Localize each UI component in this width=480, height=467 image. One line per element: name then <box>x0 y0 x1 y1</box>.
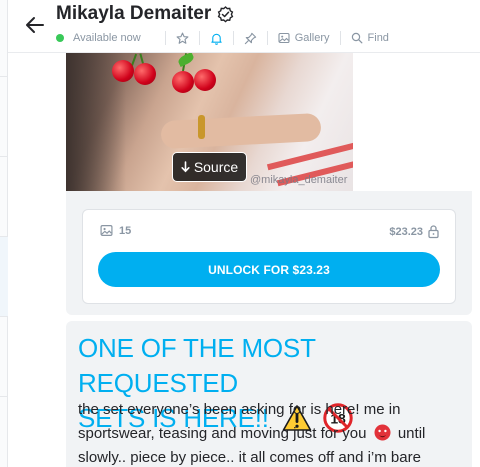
notifications-button[interactable] <box>210 32 223 45</box>
cherry <box>134 63 156 85</box>
cherry-leaf <box>176 53 196 67</box>
image-icon <box>278 32 290 44</box>
title-row: Mikayla Demaiter <box>56 3 234 25</box>
source-button[interactable]: Source <box>172 152 247 182</box>
gallery-label: Gallery <box>294 32 330 44</box>
status-text: Available now <box>73 32 141 44</box>
media-count: 15 <box>100 224 131 237</box>
body-text-part-1: the set everyone’s been asking for is he… <box>78 401 401 442</box>
media-count-value: 15 <box>119 224 132 237</box>
source-label: Source <box>193 159 239 175</box>
rail-segment <box>0 317 8 397</box>
favorite-button[interactable] <box>176 32 189 45</box>
image-arm <box>160 112 322 150</box>
image-bracelet <box>198 115 205 139</box>
header-toolbar: Available now Gallery Find <box>56 29 389 47</box>
download-arrow-icon <box>181 161 190 173</box>
arrow-left-icon <box>26 17 44 33</box>
rail-segment <box>0 237 8 317</box>
rail-segment <box>0 0 8 77</box>
cherry <box>112 60 134 82</box>
page-title[interactable]: Mikayla Demaiter <box>56 3 211 25</box>
bell-icon <box>210 33 222 45</box>
hot-face-emoji-icon <box>374 424 391 441</box>
headline-line-1: ONE OF THE MOST REQUESTED <box>78 333 316 398</box>
rail-segment <box>0 157 8 237</box>
cherry <box>194 69 216 91</box>
image-watermark: @mikayla_demaiter <box>250 174 348 186</box>
gallery-button[interactable]: Gallery <box>278 32 330 44</box>
find-label: Find <box>367 32 389 44</box>
pin-button[interactable] <box>244 32 257 45</box>
divider <box>198 31 200 45</box>
divider <box>266 31 268 45</box>
star-icon <box>176 32 189 44</box>
chat-header: Mikayla Demaiter Available now Gallery F… <box>8 0 480 53</box>
back-button[interactable] <box>22 12 48 38</box>
lock-icon <box>428 225 439 239</box>
online-status-dot <box>56 34 64 42</box>
divider <box>164 31 166 45</box>
find-button[interactable]: Find <box>351 32 389 44</box>
unlock-button[interactable]: UNLOCK FOR $23.23 <box>98 252 440 287</box>
divider <box>339 31 341 45</box>
cherry <box>172 71 194 93</box>
message-body: the set everyone’s been asking for is he… <box>78 398 468 467</box>
price-value: $23.23 <box>389 225 423 238</box>
image-icon <box>100 225 113 236</box>
verified-badge-icon <box>217 5 234 23</box>
divider <box>232 31 234 45</box>
ppv-price: $23.23 <box>389 224 440 239</box>
pin-icon <box>244 32 256 44</box>
search-icon <box>351 32 362 44</box>
left-rail <box>0 0 8 467</box>
rail-segment <box>0 77 8 157</box>
